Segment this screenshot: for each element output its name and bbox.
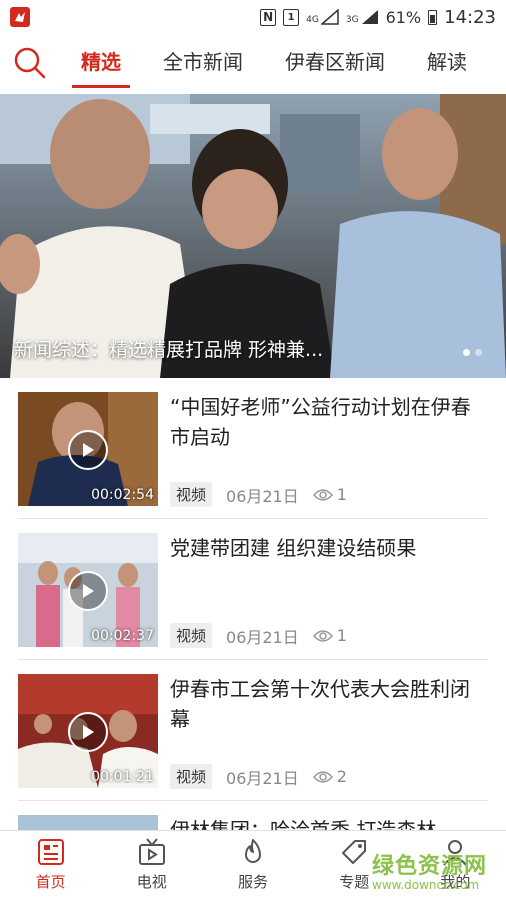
news-title: “中国好老师”公益行动计划在伊春市启动 [170,395,471,449]
video-duration: 00:02:54 [91,487,154,503]
category-tag: 视频 [170,764,213,789]
category-tabs: 精选 全市新闻 伊春区新闻 解读 [60,34,506,92]
tv-icon [138,838,165,865]
eye-icon [312,770,333,783]
video-thumbnail [18,815,158,830]
video-thumbnail: 00:01:21 [18,674,158,788]
nav-home[interactable]: 首页 [0,831,101,900]
category-tag: 视频 [170,482,213,507]
bottom-navigation: 首页 电视 服务 专题 我的 [0,830,506,900]
news-list: 00:02:54 “中国好老师”公益行动计划在伊春市启动 视频 06月21日 1 [18,378,488,830]
nav-label: 服务 [238,873,269,891]
play-icon[interactable] [68,712,108,752]
nav-label: 首页 [35,873,66,891]
hero-banner[interactable]: 新闻综述：精选精展打品牌 形神兼... [0,94,506,378]
news-title: 伊春市工会第十次代表大会胜利闭幕 [170,677,470,731]
nav-label: 电视 [136,873,167,891]
tab-interpretation[interactable]: 解读 [406,34,488,92]
view-count: 1 [312,485,347,504]
nav-service[interactable]: 服务 [202,831,303,900]
nav-label: 我的 [440,873,471,891]
flame-service-icon [245,839,261,863]
4g-signal-icon: 4G [306,9,339,25]
play-icon[interactable] [68,571,108,611]
view-count: 2 [312,767,347,786]
category-tag: 视频 [170,623,213,648]
top-tab-bar: 精选 全市新闻 伊春区新闻 解读 [0,34,506,92]
eye-icon [312,629,333,642]
app-notification-icon [10,7,30,27]
video-duration: 00:02:37 [91,628,154,644]
news-meta: 视频 06月21日 1 [170,623,347,648]
3g-signal-icon: 3G [346,9,379,25]
battery-icon [428,9,438,25]
user-icon [443,840,468,866]
battery-percent: 61% [385,7,422,27]
tag-topic-icon [342,840,367,864]
news-item[interactable]: 00:02:37 党建带团建 组织建设结硕果 视频 06月21日 1 [18,519,488,660]
status-bar: N 1 4G 3G 61% 14:23 [0,0,506,34]
nfc-icon: N [260,8,277,26]
publish-date: 06月21日 [226,486,299,506]
news-title: 党建带团建 组织建设结硕果 [170,536,417,560]
tab-yichun-district-news[interactable]: 伊春区新闻 [264,34,406,92]
video-duration: 00:01:21 [91,769,154,785]
tab-featured[interactable]: 精选 [60,34,142,92]
search-icon [14,47,46,79]
tab-city-news[interactable]: 全市新闻 [142,34,264,92]
video-thumbnail: 00:02:37 [18,533,158,647]
publish-date: 06月21日 [226,768,299,788]
view-count: 1 [312,626,347,645]
carousel-dot-active [463,349,470,356]
play-icon[interactable] [68,430,108,470]
hero-caption: 新闻综述：精选精展打品牌 形神兼... [14,339,324,361]
eye-icon [312,488,333,501]
news-meta: 视频 06月21日 1 [170,482,347,507]
publish-date: 06月21日 [226,627,299,647]
nav-mine[interactable]: 我的 [405,831,506,900]
news-item[interactable]: 00:01:21 伊春市工会第十次代表大会胜利闭幕 视频 06月21日 2 [18,660,488,801]
news-title: 伊林集团：哈洽首秀 打造森林 [170,818,437,830]
nav-tv[interactable]: 电视 [101,831,202,900]
news-item[interactable]: 伊林集团：哈洽首秀 打造森林 [18,801,488,830]
news-meta: 视频 06月21日 2 [170,764,347,789]
nav-topics[interactable]: 专题 [304,831,405,900]
home-news-icon [37,839,64,865]
clock: 14:23 [444,6,496,28]
nav-label: 专题 [339,873,370,891]
carousel-dot [475,349,482,356]
news-item[interactable]: 00:02:54 “中国好老师”公益行动计划在伊春市启动 视频 06月21日 1 [18,378,488,519]
sim-1-icon: 1 [283,8,300,26]
carousel-indicator [463,349,482,356]
video-thumbnail: 00:02:54 [18,392,158,506]
search-button[interactable] [0,34,60,92]
